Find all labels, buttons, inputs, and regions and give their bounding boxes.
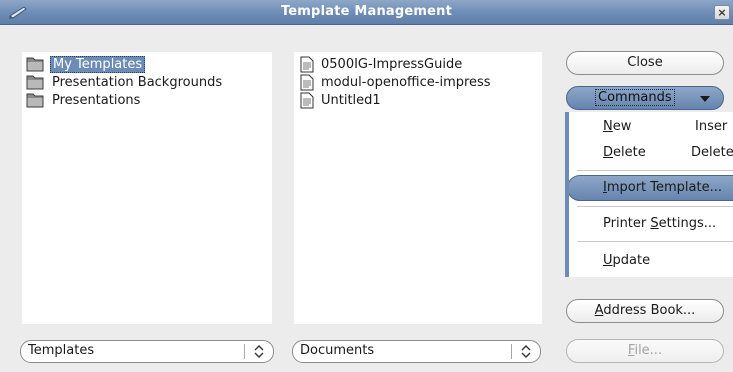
menu-separator [577, 206, 733, 207]
mnemonic: N [603, 119, 613, 134]
chevron-down-icon [700, 96, 710, 102]
menu-item-label: mport Template... [606, 180, 723, 195]
list-item-label: Presentations [52, 92, 141, 108]
menu-item-delete-all[interactable]: Delete [691, 145, 733, 160]
folder-icon [26, 75, 44, 90]
menu-item-label: elete [613, 145, 646, 160]
window-title: Template Management [280, 4, 453, 19]
button-label: ddress Book... [603, 303, 696, 318]
categories-selector[interactable]: Templates [20, 340, 274, 363]
list-item[interactable]: modul-openoffice-impress [300, 73, 491, 91]
menu-item-update[interactable]: Update [603, 253, 650, 268]
categories-selector-value: Templates [28, 343, 95, 358]
dropdown-separator [511, 344, 512, 359]
list-item[interactable]: 0500IG-ImpressGuide [300, 55, 462, 73]
templates-selector-value: Documents [300, 343, 375, 358]
menu-item-import-template[interactable]: Import Template... [603, 180, 722, 195]
menu-item-printer-settings[interactable]: Printer Settings... [603, 216, 716, 231]
list-item[interactable]: Presentations [26, 91, 140, 109]
commands-button[interactable]: Commands [566, 86, 724, 110]
menu-item-label: ettings... [658, 216, 717, 231]
menu-item-label: ew [612, 119, 632, 134]
close-button[interactable]: Close [566, 51, 724, 75]
document-icon [300, 92, 314, 108]
templates-selector[interactable]: Documents [292, 340, 541, 363]
dropdown-separator [244, 344, 245, 359]
menu-item-insert[interactable]: Inser [695, 119, 727, 134]
folder-icon [26, 57, 44, 72]
menu-item-delete[interactable]: Delete [603, 145, 646, 160]
menu-item-new[interactable]: New [603, 119, 631, 134]
categories-list[interactable]: My Templates Presentation Backgrounds Pr… [22, 52, 272, 324]
list-item-label: 0500IG-ImpressGuide [321, 56, 463, 72]
mnemonic: S [650, 216, 659, 231]
mnemonic: D [603, 145, 614, 160]
list-item[interactable]: Untitled1 [300, 91, 381, 109]
mnemonic: U [603, 253, 613, 268]
list-item-label: modul-openoffice-impress [321, 74, 491, 90]
commands-menu: New Inser Delete Delete Import Template.… [565, 112, 733, 277]
commands-button-label: Commands [595, 89, 675, 106]
folder-icon [26, 93, 44, 108]
menu-item-label: pdate [612, 253, 651, 268]
list-item-label: Presentation Backgrounds [52, 74, 223, 90]
menu-separator [577, 170, 733, 171]
list-item-label: Untitled1 [321, 92, 381, 108]
menu-item-label: Printer [603, 216, 651, 231]
list-item[interactable]: Presentation Backgrounds [26, 73, 222, 91]
spin-arrows-icon[interactable] [253, 344, 265, 359]
document-icon [300, 56, 314, 72]
spin-arrows-icon[interactable] [520, 344, 532, 359]
list-item[interactable]: My Templates [26, 55, 146, 73]
window-close-button[interactable]: × [714, 5, 730, 20]
address-book-button[interactable]: Address Book... [566, 299, 724, 323]
file-button[interactable]: File... [566, 339, 724, 363]
templates-list[interactable]: 0500IG-ImpressGuide modul-openoffice-imp… [294, 52, 542, 324]
button-label: ile... [634, 343, 663, 358]
document-icon [300, 74, 314, 90]
menu-separator [577, 241, 733, 242]
list-item-label: My Templates [50, 55, 146, 73]
title-bar: Template Management × [0, 0, 733, 25]
